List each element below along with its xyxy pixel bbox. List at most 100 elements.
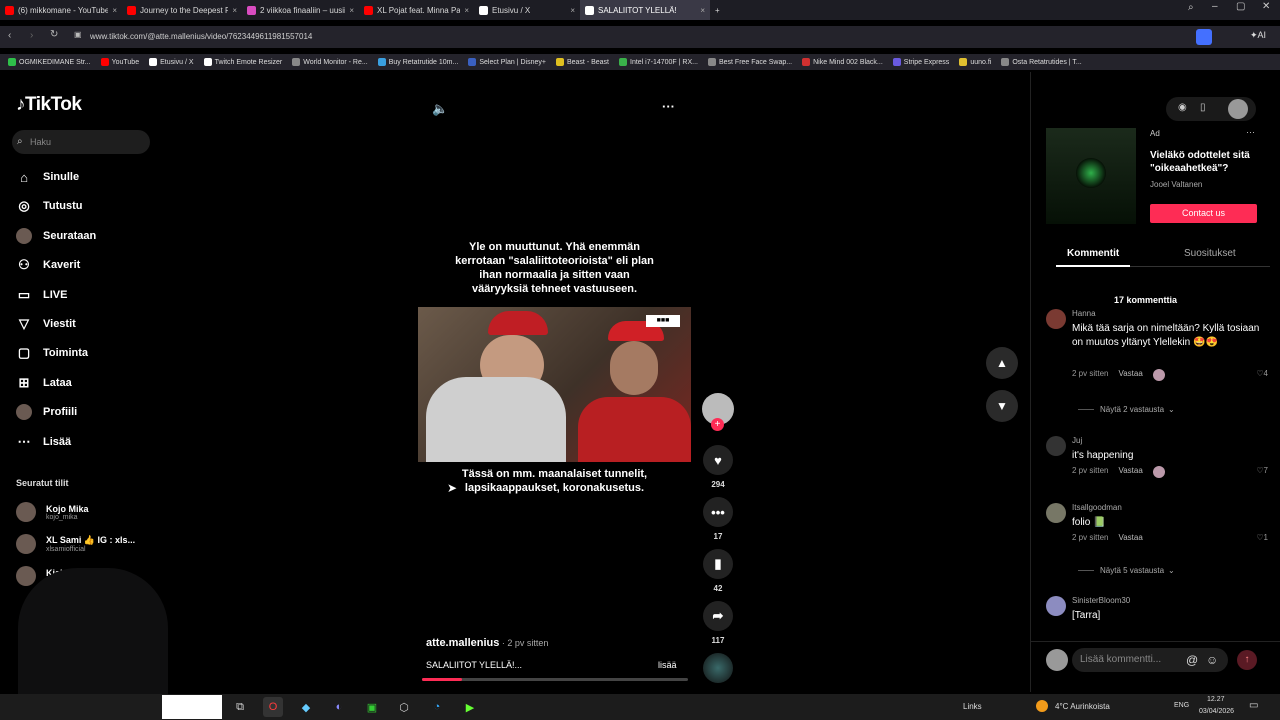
bookmark-item[interactable]: Stripe Express	[892, 58, 949, 66]
sidebar-item-live[interactable]: ▭ LIVE	[16, 285, 68, 305]
comment-username[interactable]: SinisterBloom30	[1072, 596, 1130, 605]
tab-close-icon[interactable]: ×	[464, 6, 469, 15]
taskbar-search-box[interactable]	[162, 695, 222, 719]
avatar[interactable]	[1046, 436, 1066, 456]
bookmark-item[interactable]: Best Free Face Swap...	[707, 58, 792, 66]
language-indicator[interactable]: ENG	[1174, 702, 1189, 709]
device-icon[interactable]: ▯	[1200, 102, 1206, 113]
shield-app-icon[interactable]: ⬡	[394, 697, 414, 717]
ai-icon[interactable]: ✦AI	[1250, 30, 1266, 41]
comment-username[interactable]: Juj	[1072, 436, 1082, 445]
notification-icon[interactable]: ▭	[1249, 700, 1258, 711]
sidebar-item-seurataan[interactable]: Seurataan	[16, 226, 96, 246]
avatar[interactable]	[1046, 503, 1066, 523]
view-replies-button[interactable]: Näytä 2 vastausta ⌄	[1078, 405, 1175, 414]
discord-icon[interactable]: ◐	[329, 697, 349, 717]
new-tab-icon[interactable]: +	[710, 0, 725, 20]
browser-tab[interactable]: Etusivu / X ×	[474, 0, 580, 20]
video-progress-track[interactable]	[422, 678, 688, 681]
sidebar-item-toiminta[interactable]: ▢ Toiminta	[16, 343, 88, 363]
comment-like[interactable]: ♡7	[1256, 466, 1268, 478]
browser-search-icon[interactable]: ⌕	[1188, 2, 1194, 13]
contact-us-button[interactable]: Contact us	[1150, 204, 1257, 223]
profile-avatar[interactable]	[1228, 99, 1248, 119]
avatar[interactable]	[1046, 309, 1066, 329]
send-button[interactable]: ↑	[1237, 650, 1257, 670]
sidebar-item-viestit[interactable]: ▽ Viestit	[16, 314, 76, 334]
edge-icon[interactable]: ◔	[427, 697, 447, 717]
more-link[interactable]: lisää	[658, 660, 677, 670]
browser-tab[interactable]: (6) mikkomane - YouTube ×	[0, 0, 122, 20]
comment-like[interactable]: ♡4	[1256, 369, 1268, 381]
reload-icon[interactable]: ↻	[50, 29, 58, 40]
more-options-icon[interactable]: ···	[662, 99, 675, 114]
author-name[interactable]: atte.mallenius	[426, 637, 499, 649]
sidebar-item-lisää[interactable]: ⋯ Lisää	[16, 432, 72, 452]
opera-browser-icon[interactable]: O	[263, 697, 283, 717]
ad-more-icon[interactable]: ···	[1246, 127, 1255, 137]
back-icon[interactable]: ‹	[8, 30, 11, 41]
clock-time[interactable]: 12.27	[1207, 696, 1225, 703]
tab-close-icon[interactable]: ×	[349, 6, 354, 15]
bookmark-item[interactable]: Buy Retatrutide 10m...	[377, 58, 458, 66]
url-field[interactable]: www.tiktok.com/@atte.mallenius/video/762…	[90, 30, 990, 44]
next-video-button[interactable]: ▼	[986, 390, 1018, 422]
browser-tab[interactable]: 2 viikkoa finaaliin – uusiii ×	[242, 0, 359, 20]
sidebar-item-profiili[interactable]: Profiili	[16, 402, 77, 422]
comment-username[interactable]: Hanna	[1072, 309, 1096, 318]
tab-close-icon[interactable]: ×	[700, 6, 705, 15]
comment-input[interactable]: Lisää kommentti... @ ☺	[1072, 648, 1228, 672]
play-app-icon[interactable]: ▶	[460, 697, 480, 717]
bookmark-item[interactable]: Nike Mind 002 Black...	[802, 58, 883, 66]
bookmark-item[interactable]: Intel i7-14700F | RX...	[619, 58, 698, 66]
reply-button[interactable]: Vastaa	[1118, 466, 1142, 478]
comment-action[interactable]: ••• 17	[701, 497, 735, 541]
close-window-icon[interactable]: ✕	[1262, 1, 1270, 12]
sidebar-item-kaverit[interactable]: ⚇ Kaverit	[16, 255, 80, 275]
bookmark-item[interactable]: Etusivu / X	[149, 58, 194, 66]
green-app-icon[interactable]: ▣	[362, 697, 382, 717]
clock-date[interactable]: 03/04/2026	[1199, 708, 1234, 715]
video-frame[interactable]: ■■■	[418, 307, 691, 462]
sidebar-item-lataa[interactable]: ⊞ Lataa	[16, 373, 72, 393]
bookmark-item[interactable]: Osta Retatrutides | T...	[1001, 58, 1082, 66]
view-replies-button[interactable]: Näytä 5 vastausta ⌄	[1078, 566, 1175, 575]
follow-plus-icon[interactable]: +	[711, 418, 724, 431]
followed-account[interactable]: Kojo Mika kojo_mika	[16, 502, 89, 522]
weather-text[interactable]: 4°C Aurinkoista	[1055, 702, 1110, 711]
tiktok-logo[interactable]: ♪TikTok	[16, 94, 82, 116]
tab-close-icon[interactable]: ×	[570, 6, 575, 15]
browser-tab[interactable]: Journey to the Deepest Pl ×	[122, 0, 242, 20]
app-icon-multicolor[interactable]: ◆	[296, 697, 316, 717]
reply-button[interactable]: Vastaa	[1118, 533, 1142, 542]
sidebar-item-sinulle[interactable]: ⌂ Sinulle	[16, 167, 79, 187]
comment-username[interactable]: Itsallgoodman	[1072, 503, 1122, 512]
browser-tab[interactable]: SALALIITOT YLELLÄ! ×	[580, 0, 710, 20]
task-view-icon[interactable]: ⧉	[230, 697, 250, 717]
maximize-icon[interactable]: ▢	[1236, 1, 1245, 12]
save-action[interactable]: ▮ 42	[701, 549, 735, 593]
search-input[interactable]: ⌕ Haku	[12, 130, 150, 154]
volume-icon[interactable]: 🔈	[432, 101, 448, 117]
share-icon[interactable]: ➦	[703, 601, 733, 631]
tab-close-icon[interactable]: ×	[112, 6, 117, 15]
bookmark-icon[interactable]: ▮	[703, 549, 733, 579]
bookmark-item[interactable]: Select Plan | Disney+	[468, 58, 546, 66]
extension-icon[interactable]	[1196, 29, 1212, 45]
bookmark-item[interactable]: YouTube	[100, 58, 139, 66]
mention-icon[interactable]: @	[1186, 648, 1198, 672]
tab-recommendations[interactable]: Suositukset	[1184, 248, 1236, 259]
tab-close-icon[interactable]: ×	[232, 6, 237, 15]
browser-tab[interactable]: XL Pojat feat. Minna Paju ×	[359, 0, 474, 20]
coin-icon[interactable]: ◉	[1178, 102, 1187, 113]
forward-icon[interactable]: ›	[30, 30, 33, 41]
heart-icon[interactable]: ♥	[703, 445, 733, 475]
sidebar-item-tutustu[interactable]: ◎ Tutustu	[16, 196, 82, 216]
reply-button[interactable]: Vastaa	[1118, 369, 1142, 381]
bookmark-item[interactable]: Twitch Emote Resizer	[203, 58, 282, 66]
followed-account[interactable]: XL Sami 👍 IG : xls... xlsamiofficial	[16, 534, 135, 554]
like-action[interactable]: ♥ 294	[701, 445, 735, 489]
ad-image[interactable]	[1046, 128, 1136, 224]
comment-icon[interactable]: •••	[703, 497, 733, 527]
emoji-icon[interactable]: ☺	[1206, 648, 1218, 672]
